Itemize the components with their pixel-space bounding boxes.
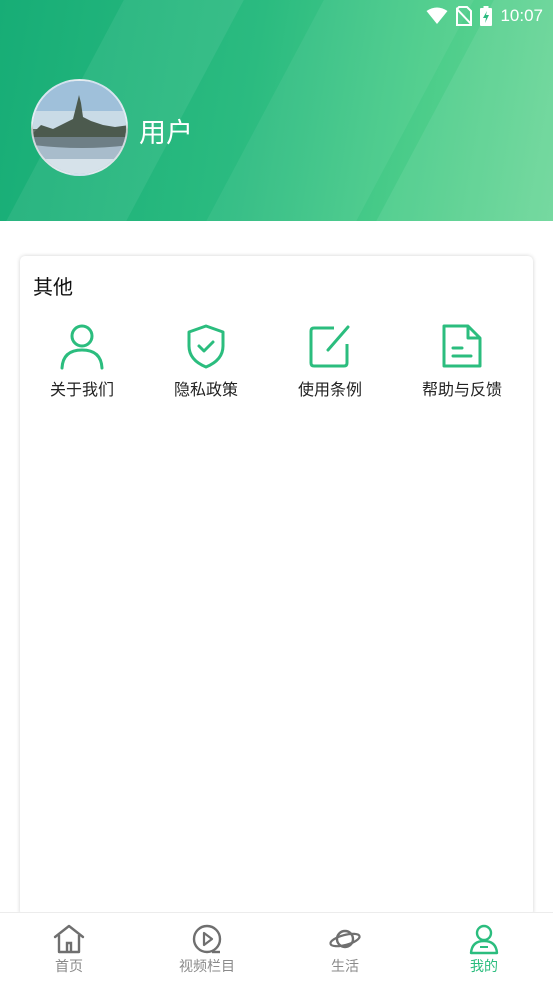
grid-item-label: 使用条例 — [297, 380, 362, 399]
avatar[interactable] — [31, 79, 128, 176]
other-grid: 关于我们 隐私政策 使用条例 帮助与反馈 — [20, 322, 533, 402]
nav-item-mine[interactable]: 我的 — [415, 913, 553, 983]
grid-item-label: 关于我们 — [49, 380, 114, 399]
nav-item-life[interactable]: 生活 — [276, 913, 414, 983]
battery-charging-icon — [480, 6, 493, 26]
play-circle-icon — [192, 924, 222, 954]
user-icon — [469, 924, 499, 955]
person-icon — [60, 324, 104, 370]
grid-item-about-us[interactable]: 关于我们 — [20, 322, 144, 402]
nav-item-label: 首页 — [55, 959, 83, 975]
grid-item-label: 隐私政策 — [173, 380, 238, 399]
profile-screen: 10:07 用户 其他 关于我们 隐私政策 使用条例 帮助与反馈 首页 视频栏目… — [0, 0, 553, 983]
edit-square-icon — [309, 325, 350, 368]
avatar-landscape-image — [33, 81, 126, 174]
status-bar: 10:07 — [426, 4, 543, 28]
grid-item-help-feedback[interactable]: 帮助与反馈 — [396, 322, 528, 402]
nav-item-home[interactable]: 首页 — [0, 913, 138, 983]
home-icon — [53, 924, 85, 954]
nav-item-label: 我的 — [470, 959, 498, 975]
nav-item-video[interactable]: 视频栏目 — [138, 913, 276, 983]
status-time: 10:07 — [500, 6, 543, 25]
section-title: 其他 — [33, 275, 73, 299]
grid-item-terms-of-use[interactable]: 使用条例 — [268, 322, 392, 402]
grid-item-label: 帮助与反馈 — [421, 380, 502, 399]
planet-icon — [329, 929, 361, 949]
shield-check-icon — [187, 324, 225, 369]
no-sim-icon — [456, 6, 473, 26]
document-icon — [442, 324, 482, 368]
bottom-nav: 首页 视频栏目 生活 我的 — [0, 912, 553, 983]
nav-item-label: 生活 — [331, 959, 359, 975]
wifi-icon — [426, 7, 448, 24]
username[interactable]: 用户 — [139, 111, 193, 150]
grid-item-privacy-policy[interactable]: 隐私政策 — [144, 322, 268, 402]
profile-header: 10:07 用户 — [0, 0, 553, 221]
other-section-card: 其他 关于我们 隐私政策 使用条例 帮助与反馈 — [20, 256, 533, 916]
nav-item-label: 视频栏目 — [179, 959, 235, 975]
